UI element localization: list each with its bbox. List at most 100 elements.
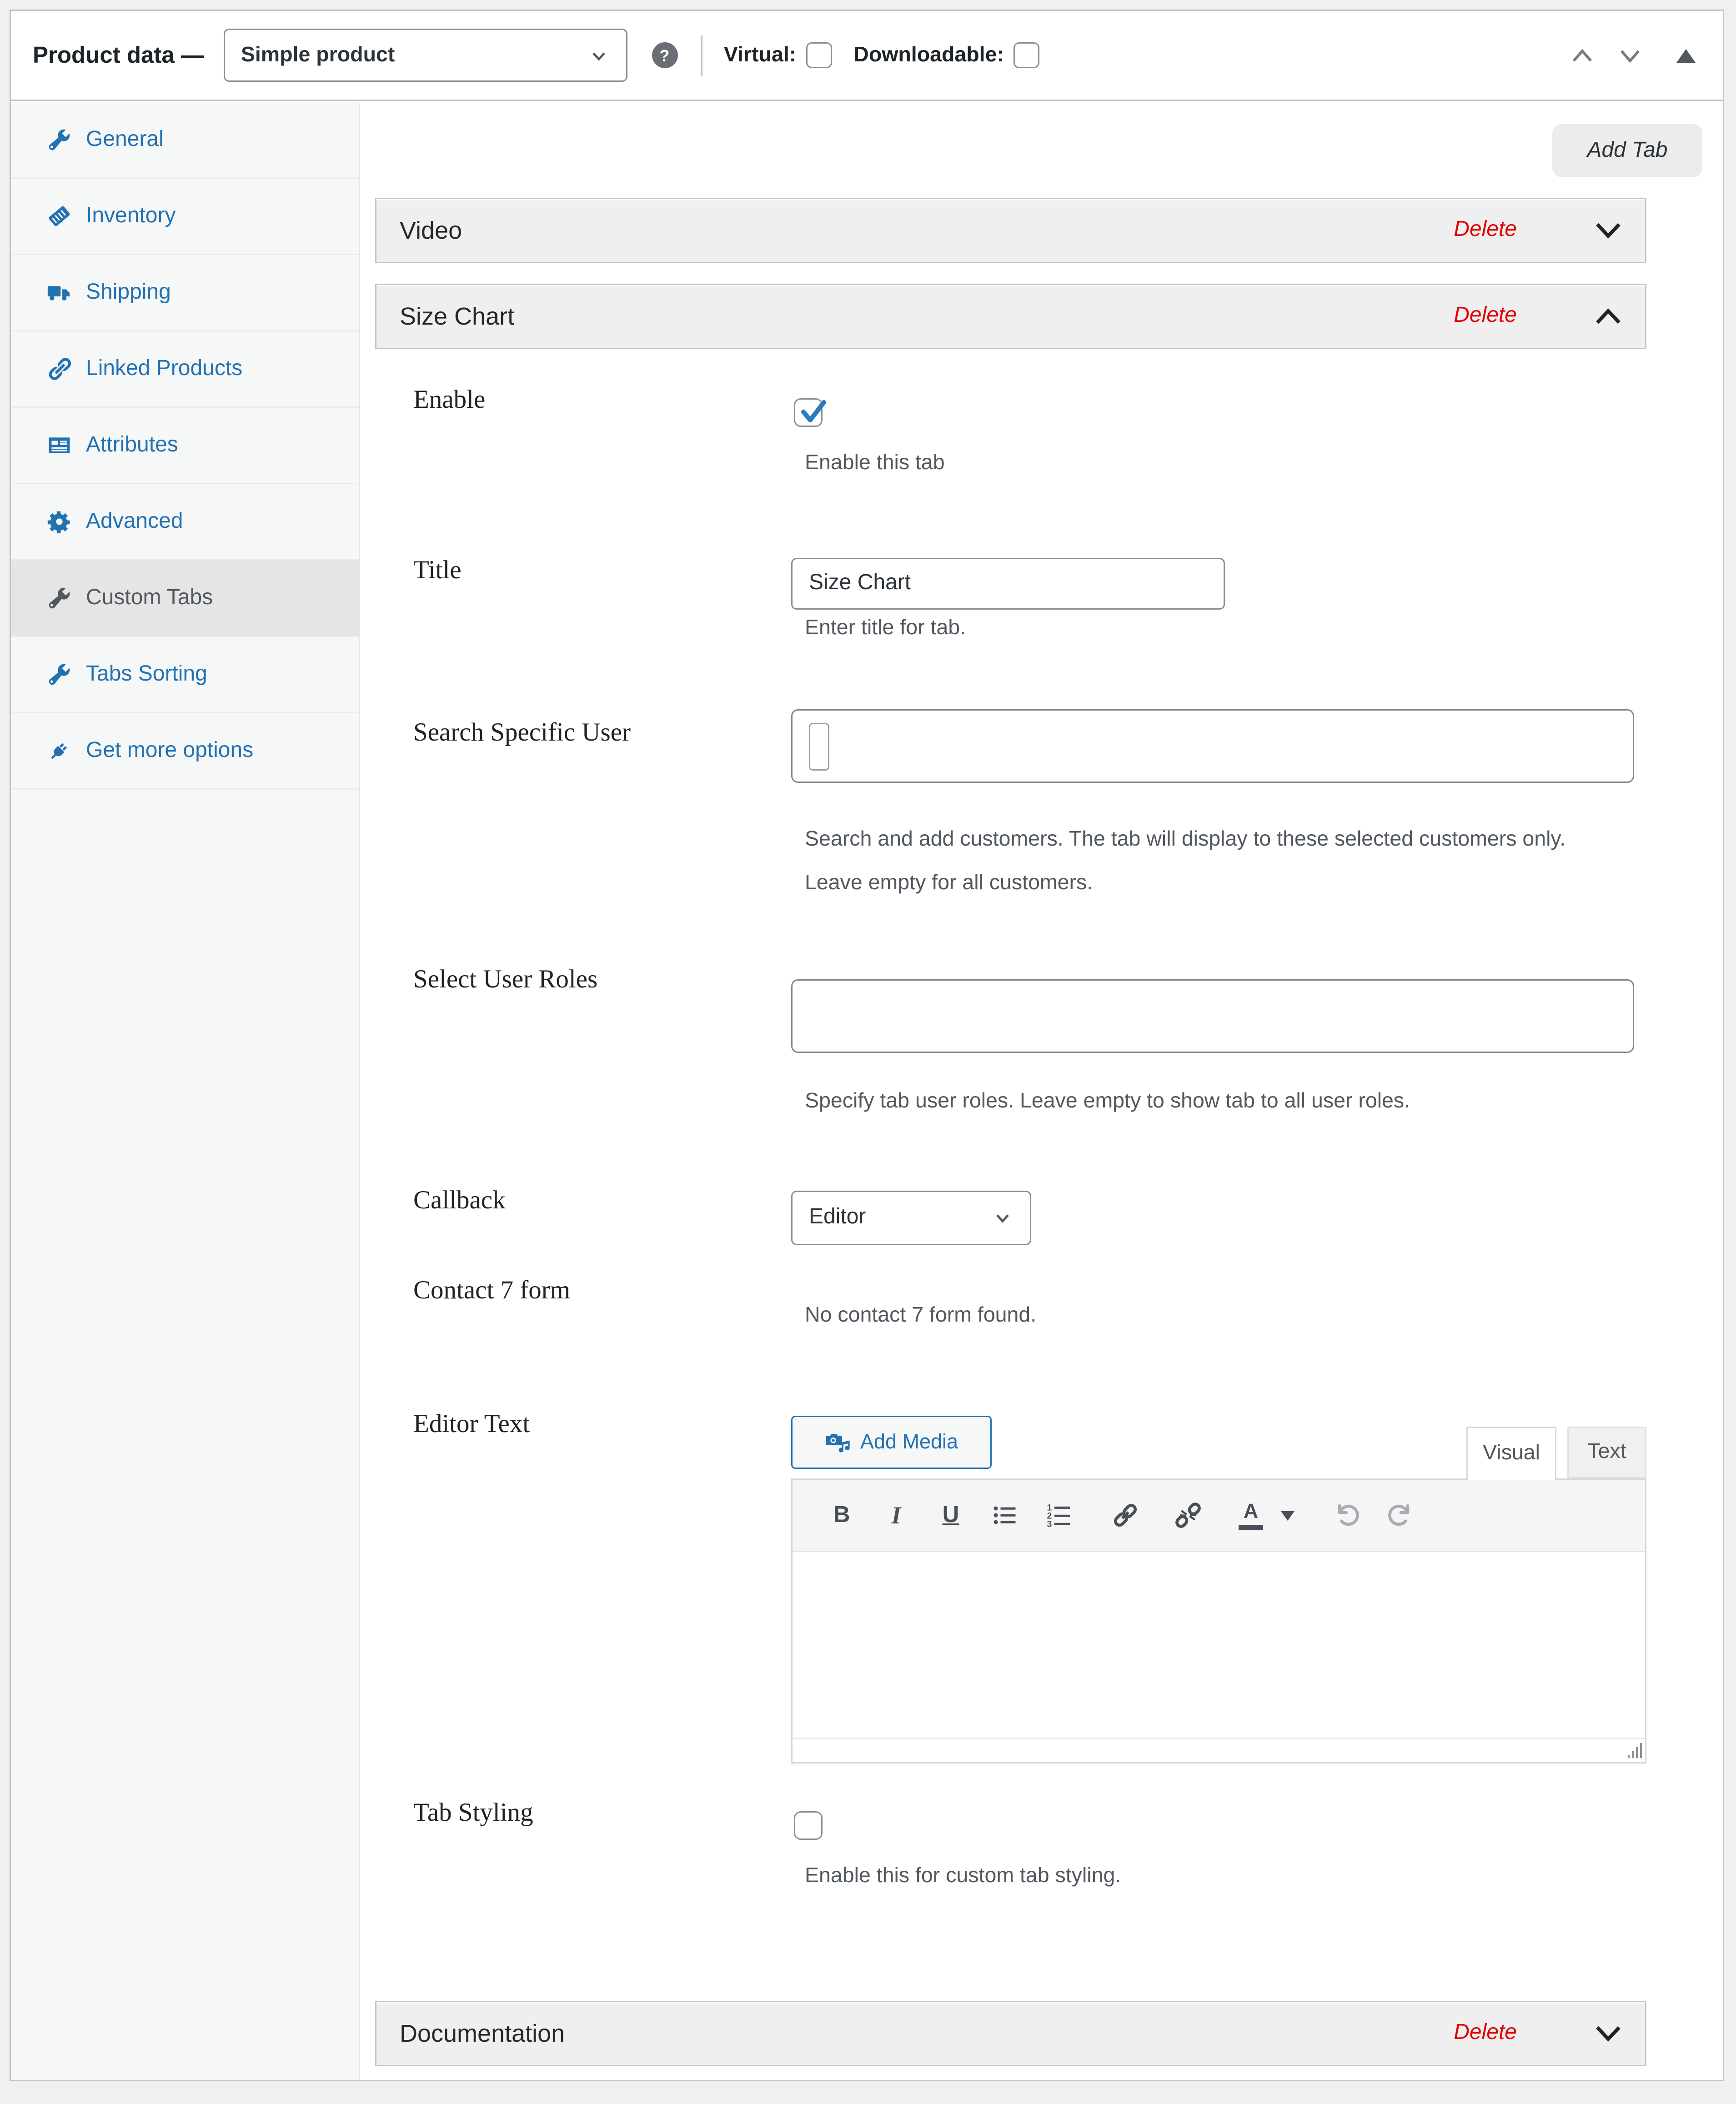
title-description: Enter title for tab. [805,616,966,641]
bulleted-list-icon [992,1502,1019,1529]
move-down-icon[interactable] [1618,46,1642,65]
text-color-button[interactable]: A [1234,1496,1267,1534]
text-color-caret-icon[interactable] [1281,1511,1294,1520]
wrench-icon [46,127,72,153]
italic-button[interactable]: I [880,1496,913,1534]
insert-link-button[interactable] [1109,1496,1142,1534]
sidebar-item-label: Advanced [86,510,183,534]
checkmark-icon [795,394,831,430]
delete-link[interactable]: Delete [1454,304,1517,329]
editor-content-area[interactable] [793,1552,1645,1738]
media-icon [825,1431,851,1454]
redo-icon [1386,1502,1416,1529]
underline-button[interactable]: U [934,1496,967,1534]
virtual-checkbox[interactable] [806,42,832,68]
title-input[interactable] [791,558,1225,610]
svg-text:3: 3 [1047,1519,1052,1529]
undo-button[interactable] [1330,1496,1363,1534]
delete-link[interactable]: Delete [1454,2021,1517,2046]
search-specific-user-label: Search Specific User [413,719,631,749]
sidebar-item-label: Shipping [86,281,171,305]
numbered-list-button[interactable]: 123 [1044,1496,1076,1534]
sidebar-item-inventory[interactable]: Inventory [11,179,359,255]
sidebar-item-general[interactable]: General [11,102,359,179]
sidebar-item-attributes[interactable]: Attributes [11,408,359,484]
callback-select[interactable]: Editor [791,1191,1031,1245]
enable-description: Enable this tab [805,451,945,476]
callback-label: Callback [413,1187,506,1217]
help-icon[interactable]: ? [652,42,677,68]
wrench-icon [46,661,72,687]
enable-label: Enable [413,386,485,416]
italic-glyph: I [891,1501,901,1530]
virtual-label: Virtual: [724,43,796,68]
tag-icon [46,203,72,229]
underline-glyph: U [943,1502,959,1529]
tab-styling-checkbox[interactable] [794,1811,823,1840]
header-divider [701,35,702,76]
sidebar-item-label: Attributes [86,433,178,458]
sidebar-item-tabs-sorting[interactable]: Tabs Sorting [11,637,359,713]
contact-7-form-label: Contact 7 form [413,1277,570,1307]
sidebar-item-shipping[interactable]: Shipping [11,255,359,331]
select-user-roles-description: Specify tab user roles. Leave empty to s… [805,1090,1410,1114]
bold-button[interactable]: B [825,1496,858,1534]
wrench-icon [46,585,72,611]
sidebar-item-linked-products[interactable]: Linked Products [11,331,359,408]
section-bar-documentation[interactable]: Documentation Delete [375,2001,1646,2066]
tab-styling-description: Enable this for custom tab styling. [805,1864,1121,1889]
bulleted-list-button[interactable] [989,1496,1022,1534]
sidebar-item-label: General [86,128,164,152]
expand-chevron-down-icon[interactable] [1593,220,1623,241]
product-type-select[interactable]: Simple product [223,29,627,82]
tab-styling-label: Tab Styling [413,1799,533,1829]
plug-icon [46,738,72,764]
chevron-down-icon [587,45,609,66]
sidebar-item-label: Get more options [86,739,253,763]
truck-icon [46,280,72,306]
editor-toolbar: B I U 123 A [793,1480,1645,1552]
sidebar-item-label: Inventory [86,204,176,229]
sidebar-item-custom-tabs[interactable]: Custom Tabs [11,561,359,637]
sidebar-item-label: Linked Products [86,357,242,381]
toggle-order-icon[interactable] [1676,49,1696,62]
link-icon [1110,1500,1140,1530]
redo-button[interactable] [1385,1496,1417,1534]
contact-7-form-status: No contact 7 form found. [805,1304,1036,1328]
downloadable-checkbox[interactable] [1014,42,1039,68]
section-title: Size Chart [400,302,514,331]
callback-value: Editor [809,1206,992,1230]
move-up-icon[interactable] [1570,46,1595,65]
metabox-controls [1570,46,1696,65]
text-color-glyph: A [1244,1501,1259,1522]
metabox-header: Product data — Simple product ? Virtual:… [11,11,1723,101]
search-specific-user-input[interactable] [791,709,1634,783]
collapse-chevron-up-icon[interactable] [1593,306,1623,327]
sidebar-item-advanced[interactable]: Advanced [11,484,359,561]
index-card-icon [46,432,72,458]
product-data-sidebar: General Inventory Shipping Linked Produc… [11,102,360,2080]
downloadable-label: Downloadable: [853,43,1004,68]
inline-search-cursor[interactable] [809,723,829,771]
select-user-roles-label: Select User Roles [413,966,597,996]
editor-status-bar [793,1738,1645,1762]
add-media-button[interactable]: Add Media [791,1416,992,1469]
enable-checkbox[interactable] [794,398,823,427]
expand-chevron-down-icon[interactable] [1593,2023,1623,2044]
numbered-list-icon: 123 [1046,1502,1074,1529]
product-data-metabox-page: Product data — Simple product ? Virtual:… [0,0,1736,2104]
section-bar-size-chart[interactable]: Size Chart Delete [375,284,1646,349]
sidebar-item-get-more-options[interactable]: Get more options [11,713,359,790]
product-data-metabox: Product data — Simple product ? Virtual:… [10,10,1724,2081]
tab-text[interactable]: Text [1567,1427,1646,1478]
add-tab-button[interactable]: Add Tab [1552,124,1702,177]
resize-grip[interactable] [1625,1742,1642,1759]
section-bar-video[interactable]: Video Delete [375,198,1646,263]
title-label: Title [413,556,462,586]
sidebar-item-label: Custom Tabs [86,586,213,611]
delete-link[interactable]: Delete [1454,218,1517,243]
select-user-roles-input[interactable] [791,979,1634,1053]
tab-visual[interactable]: Visual [1466,1427,1556,1480]
custom-tabs-panel: Add Tab Video Delete Size Chart Delete [360,102,1723,2080]
remove-link-button[interactable] [1172,1496,1204,1534]
